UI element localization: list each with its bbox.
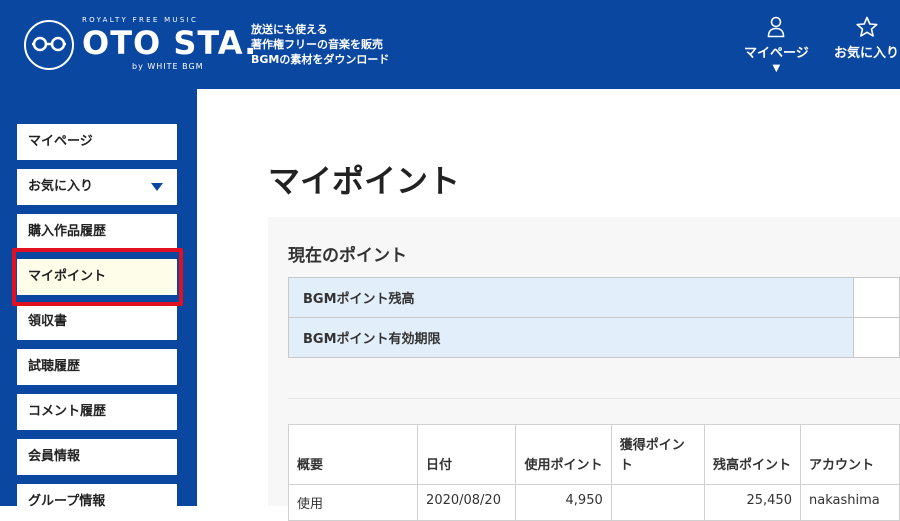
current-points-heading: 現在のポイント (288, 246, 407, 266)
sidebar-item-mypage[interactable]: マイページ (17, 124, 177, 160)
table-cell: 4,950 (515, 484, 612, 521)
sidebar-item-receipts[interactable]: 領収書 (17, 304, 177, 340)
column-header: 残高ポイント (704, 424, 801, 485)
column-header: 日付 (417, 424, 517, 485)
sidebar-item-label: お気に入り (28, 179, 94, 194)
sidebar-item-label: 購入作品履歴 (28, 224, 107, 239)
sidebar-item-label: グループ情報 (28, 494, 106, 509)
sidebar-item-favorites[interactable]: お気に入り (17, 169, 177, 205)
logo-wordmark[interactable]: OTO STA. (82, 26, 257, 60)
site-header: ROYALTY FREE MUSIC OTO STA. by WHITE BGM… (0, 0, 900, 89)
header-nav-favorites[interactable]: お気に入り (834, 16, 899, 61)
active-item-highlight-box (12, 248, 183, 306)
points-expiry-label: BGMポイント有効期限 (288, 317, 854, 358)
star-icon (855, 16, 878, 37)
header-nav-favorites-label: お気に入り (834, 46, 900, 61)
logo-tagline-top: ROYALTY FREE MUSIC (82, 16, 199, 24)
logo-subtitle: by WHITE BGM (132, 62, 204, 71)
tagline-line: 放送にも使える (251, 23, 328, 36)
table-cell (610, 484, 706, 521)
points-panel: 現在のポイント BGMポイント残高 BGMポイント有効期限 概要 日付 使用ポイ… (268, 217, 900, 521)
header-nav-mypage-label: マイページ (744, 46, 809, 61)
points-balance-value (853, 277, 900, 318)
page-title: マイポイント (268, 162, 461, 200)
column-header: アカウント (799, 424, 900, 485)
section-divider (288, 398, 900, 399)
tagline-line: 著作権フリーの音楽を販売 (251, 38, 383, 51)
site-tagline: 放送にも使える 著作権フリーの音楽を販売 BGMの素材をダウンロード (251, 22, 389, 67)
sidebar-item-listening-history[interactable]: 試聴履歴 (17, 349, 177, 385)
sidebar-item-comment-history[interactable]: コメント履歴 (17, 394, 177, 430)
dropdown-triangle-icon (151, 183, 163, 191)
sidebar-item-group-info[interactable]: グループ情報 (17, 484, 177, 520)
column-header: 獲得ポイント (610, 424, 706, 485)
points-expiry-value (853, 317, 900, 358)
header-nav-mypage[interactable]: マイページ ▼ (744, 16, 809, 74)
table-cell: nakashima (799, 484, 900, 521)
table-cell: 使用 (287, 484, 419, 521)
column-header: 概要 (287, 424, 419, 485)
tagline-line: BGMの素材をダウンロード (251, 53, 390, 66)
logo-glasses-icon[interactable] (24, 20, 74, 70)
sidebar-item-member-info[interactable]: 会員情報 (17, 439, 177, 475)
table-row: BGMポイント残高 (288, 277, 900, 318)
column-header: 使用ポイント (515, 424, 612, 485)
current-points-table: BGMポイント残高 BGMポイント有効期限 (288, 277, 900, 358)
sidebar-item-purchase-history[interactable]: 購入作品履歴 (17, 214, 177, 250)
points-history-table: 概要 日付 使用ポイント 獲得ポイント 残高ポイント アカウント 使用 2020… (287, 424, 900, 521)
sidebar-item-label: 会員情報 (28, 449, 81, 464)
user-icon (768, 16, 785, 38)
chevron-down-icon: ▼ (772, 63, 781, 74)
table-row: BGMポイント有効期限 (288, 317, 900, 358)
table-cell: 2020/08/20 (417, 484, 517, 521)
sidebar-item-label: 領収書 (28, 314, 68, 329)
sidebar-item-label: マイページ (28, 134, 93, 149)
points-balance-label: BGMポイント残高 (288, 277, 854, 318)
table-row: 使用 2020/08/20 4,950 25,450 nakashima (287, 484, 900, 521)
table-header-row: 概要 日付 使用ポイント 獲得ポイント 残高ポイント アカウント (287, 424, 900, 485)
sidebar-item-label: 試聴履歴 (28, 359, 81, 374)
table-cell: 25,450 (704, 484, 801, 521)
sidebar-item-label: コメント履歴 (28, 404, 107, 419)
